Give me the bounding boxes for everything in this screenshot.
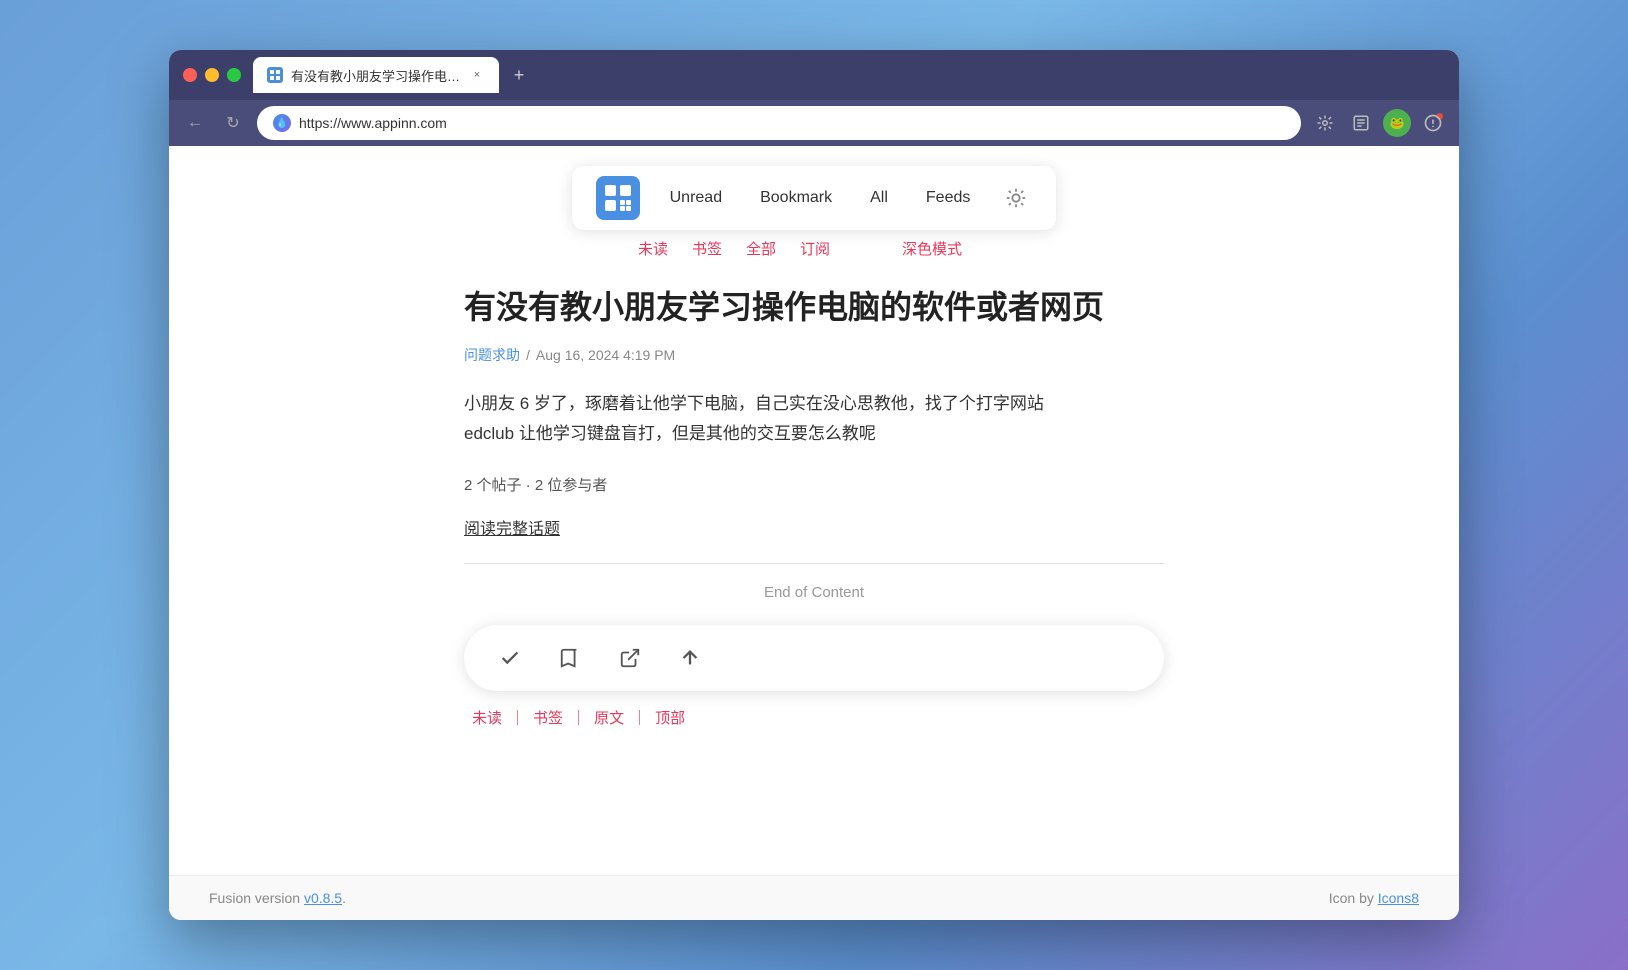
fusion-logo (596, 176, 640, 220)
annotation-feeds: 订阅 (788, 238, 842, 259)
open-original-button[interactable] (600, 635, 660, 681)
active-tab[interactable]: 有没有教小朋友学习操作电脑的 × (253, 57, 499, 93)
article-body: 小朋友 6 岁了，琢磨着让他学下电脑，自己实在没心思教他，找了个打字网站 edc… (464, 389, 1164, 450)
refresh-button[interactable]: ↻ (219, 109, 247, 137)
traffic-lights (183, 68, 241, 82)
end-of-content: End of Content (464, 584, 1164, 601)
footer-icon-credit: Icon by Icons8 (1329, 890, 1419, 906)
fusion-toolbar: Unread Bookmark All Feeds (572, 166, 1057, 230)
tab-area: 有没有教小朋友学习操作电脑的 × + (253, 57, 1445, 93)
tab-title: 有没有教小朋友学习操作电脑的 (291, 66, 461, 85)
site-icon: 💧 (273, 114, 291, 132)
divider (464, 563, 1164, 564)
footer-version-text: Fusion version (209, 890, 304, 906)
minimize-button[interactable] (205, 68, 219, 82)
annotation-bookmark: 书签 (680, 238, 734, 259)
article-stats: 2 个帖子 · 2 位参与者 (464, 474, 1164, 495)
article-title: 有没有教小朋友学习操作电脑的软件或者网页 (464, 287, 1164, 329)
tab-close-icon[interactable]: × (469, 67, 485, 83)
extensions-icon[interactable] (1311, 109, 1339, 137)
tab-favicon (267, 67, 283, 83)
page-footer: Fusion version v0.8.5. Icon by Icons8 (169, 875, 1459, 920)
toolbar-icons: 🐸 (1311, 109, 1447, 137)
annotation-dark-mode: 深色模式 (842, 238, 1002, 259)
read-full-link[interactable]: 阅读完整话题 (464, 515, 560, 539)
user-avatar[interactable]: 🐸 (1383, 109, 1411, 137)
title-bar: 有没有教小朋友学习操作电脑的 × + (169, 50, 1459, 100)
footer-version-link[interactable]: v0.8.5 (304, 890, 342, 906)
bottom-bookmark-label: 书签 (525, 707, 571, 728)
annotation-all: 全部 (734, 238, 788, 259)
bottom-unread-label: 未读 (464, 707, 510, 728)
toolbar-annotation: 未读 书签 全部 订阅 深色模式 (626, 238, 1002, 259)
bookmark-button[interactable] (540, 635, 600, 681)
reader-mode-icon[interactable] (1347, 109, 1375, 137)
close-button[interactable] (183, 68, 197, 82)
article-meta: 问题求助 / Aug 16, 2024 4:19 PM (464, 345, 1164, 365)
article-container: 有没有教小朋友学习操作电脑的软件或者网页 问题求助 / Aug 16, 2024… (464, 287, 1164, 728)
bottom-top-label: 顶部 (647, 707, 693, 728)
nav-all[interactable]: All (854, 181, 904, 215)
footer-version-end: . (342, 890, 346, 906)
bottom-annotation: 未读 ｜ 书签 ｜ 原文 ｜ 顶部 (464, 707, 1164, 728)
nav-feeds[interactable]: Feeds (910, 181, 986, 215)
url-text: https://www.appinn.com (299, 115, 447, 131)
warning-badge[interactable] (1419, 109, 1447, 137)
footer-version: Fusion version v0.8.5. (209, 890, 346, 906)
mark-unread-button[interactable] (480, 635, 540, 681)
article-category: 问题求助 (464, 345, 520, 365)
meta-separator: / (526, 347, 530, 363)
bottom-action-bar (464, 625, 1164, 691)
article-body-line1: 小朋友 6 岁了，琢磨着让他学下电脑，自己实在没心思教他，找了个打字网站 (464, 389, 1164, 420)
nav-unread[interactable]: Unread (654, 181, 738, 215)
dark-mode-toggle[interactable] (1000, 182, 1032, 214)
back-to-top-button[interactable] (660, 635, 720, 681)
nav-bookmark[interactable]: Bookmark (744, 181, 848, 215)
back-button[interactable]: ← (181, 109, 209, 137)
page-content: Unread Bookmark All Feeds 未读 (169, 146, 1459, 875)
footer-icon-text: Icon by (1329, 890, 1378, 906)
url-bar[interactable]: 💧 https://www.appinn.com (257, 106, 1301, 140)
new-tab-button[interactable]: + (505, 61, 533, 89)
browser-window: 有没有教小朋友学习操作电脑的 × + ← ↻ 💧 https://www.app… (169, 50, 1459, 920)
footer-icon-link[interactable]: Icons8 (1378, 890, 1419, 906)
article-date: Aug 16, 2024 4:19 PM (536, 347, 675, 363)
article-body-line2: edclub 让他学习键盘盲打，但是其他的交互要怎么教呢 (464, 419, 1164, 450)
annotation-unread: 未读 (626, 238, 680, 259)
bottom-original-label: 原文 (586, 707, 632, 728)
maximize-button[interactable] (227, 68, 241, 82)
address-bar: ← ↻ 💧 https://www.appinn.com � (169, 100, 1459, 146)
